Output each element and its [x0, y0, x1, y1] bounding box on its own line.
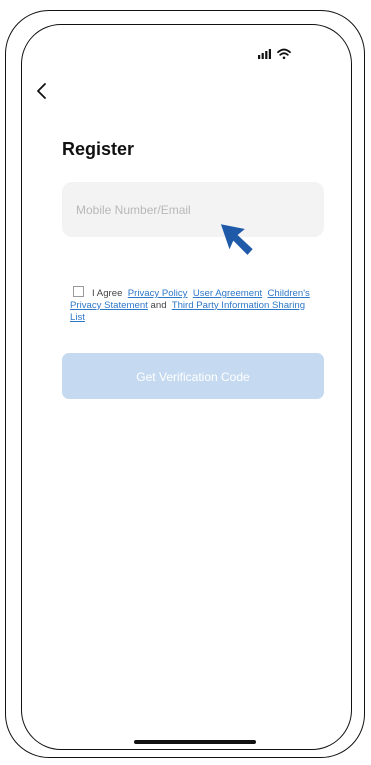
status-bar-icons: [258, 48, 291, 60]
identifier-field[interactable]: [62, 182, 324, 237]
agreement-text: I Agree Privacy Policy User Agreement Ch…: [70, 286, 318, 323]
privacy-policy-link[interactable]: Privacy Policy: [128, 288, 188, 299]
signal-icon: [258, 49, 271, 59]
agree-checkbox[interactable]: [73, 286, 84, 297]
phone-screen: Register I Agree Privacy Policy User Agr…: [0, 0, 371, 765]
user-agreement-link[interactable]: User Agreement: [193, 288, 262, 299]
get-verification-code-button[interactable]: Get Verification Code: [62, 353, 324, 399]
mobile-email-input[interactable]: [62, 182, 324, 237]
home-indicator[interactable]: [134, 740, 256, 744]
agree-prefix: I Agree: [92, 288, 123, 299]
agree-and-text: and: [150, 299, 167, 311]
mouse-cursor-icon: [220, 224, 253, 255]
wifi-icon: [277, 48, 291, 60]
page-title: Register: [62, 139, 135, 159]
back-chevron-icon[interactable]: [35, 82, 49, 100]
